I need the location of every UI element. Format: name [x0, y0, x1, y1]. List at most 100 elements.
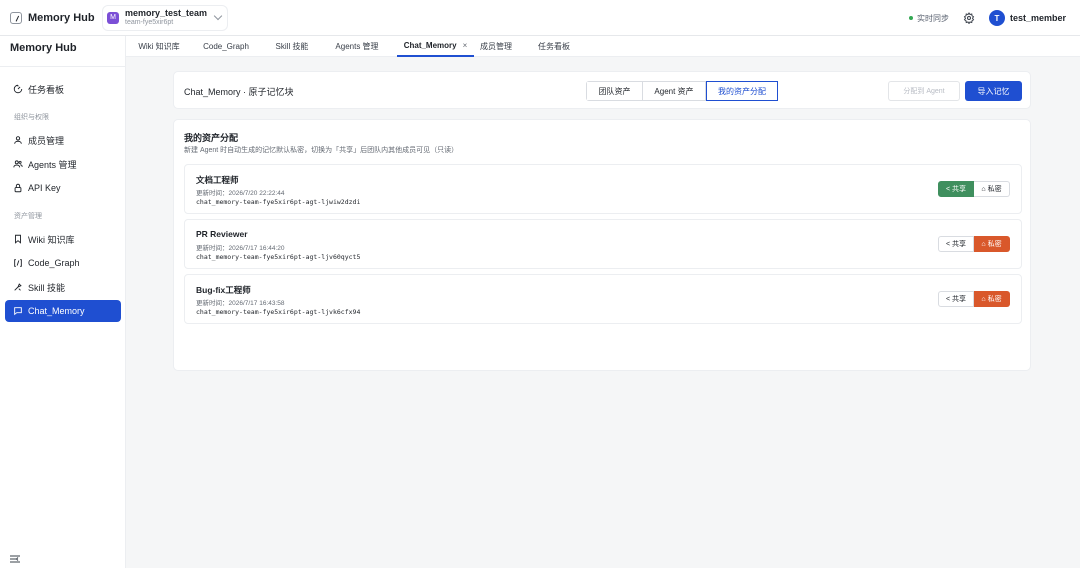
private-button[interactable]: ⌂ 私密: [974, 181, 1010, 197]
sidebar-item-code-graph[interactable]: Code_Graph: [5, 252, 121, 274]
item-name: PR Reviewer: [196, 229, 248, 239]
lock-icon: ⌂: [981, 185, 986, 193]
share-icon: <: [945, 185, 951, 193]
tab-label: Wiki 知识库: [138, 42, 180, 51]
sidebar-item-label: 成员管理: [28, 135, 65, 146]
sidebar-item-label: Code_Graph: [28, 258, 80, 268]
share-button[interactable]: < 共享: [938, 181, 974, 197]
avatar[interactable]: T: [988, 10, 1005, 26]
import-memory-button[interactable]: 导入记忆: [965, 81, 1022, 101]
tab-chat-memory[interactable]: Chat_Memory ×: [397, 36, 474, 57]
list-item: 文档工程师 更新时间：2026/7/20 22:22:44 chat_memor…: [184, 164, 1022, 214]
user-icon: [13, 135, 23, 145]
private-button[interactable]: ⌂ 私密: [974, 291, 1010, 307]
item-updated-time: 更新时间：2026/7/20 22:22:44: [196, 190, 285, 197]
team-switcher[interactable]: M memory_test_team team-fye5xir6pt: [102, 4, 229, 31]
segment-team-assets[interactable]: 团队资产: [587, 82, 643, 100]
app-logo[interactable]: Memory Hub: [0, 11, 96, 24]
private-button[interactable]: ⌂ 私密: [974, 236, 1010, 252]
sidebar-item-task-board[interactable]: 任务看板: [5, 78, 121, 100]
users-icon: [13, 159, 23, 169]
private-label: 私密: [987, 241, 1002, 248]
gear-icon[interactable]: [963, 12, 975, 24]
sidebar-item-agents[interactable]: Agents 管理: [5, 153, 121, 175]
item-memory-id: chat_memory-team-fye5xir6pt-agt-ljvk6cfx…: [196, 308, 361, 316]
share-label: 共享: [952, 241, 967, 248]
lock-icon: ⌂: [981, 240, 986, 248]
sidebar-item-label: Chat_Memory: [28, 306, 85, 316]
tab-bar: Wiki 知识库 Code_Graph Skill 技能 Agents 管理 C…: [126, 36, 1080, 57]
sync-status: 实时同步: [916, 13, 949, 23]
sidebar-item-label: API Key: [28, 183, 61, 193]
list-item: PR Reviewer 更新时间：2026/7/17 16:44:20 chat…: [184, 219, 1022, 269]
team-name: memory_test_team: [125, 7, 208, 18]
tab-task-board[interactable]: 任务看板: [536, 36, 572, 57]
assign-to-agent-button[interactable]: 分配到 Agent: [888, 81, 960, 101]
tab-code-graph[interactable]: Code_Graph: [200, 36, 252, 57]
private-label: 私密: [987, 186, 1002, 193]
list-item: Bug-fix工程师 更新时间：2026/7/17 16:43:58 chat_…: [184, 274, 1022, 324]
tab-agents[interactable]: Agents 管理: [331, 36, 383, 57]
item-name: Bug-fix工程师: [196, 285, 251, 295]
item-memory-id: chat_memory-team-fye5xir6pt-agt-ljv60qyc…: [196, 253, 361, 261]
tab-members[interactable]: 成员管理: [478, 36, 514, 57]
sidebar-item-wiki[interactable]: Wiki 知识库: [5, 228, 121, 250]
tab-wiki[interactable]: Wiki 知识库: [134, 36, 184, 57]
tab-label: Chat_Memory: [403, 41, 457, 50]
assignment-list-card: 我的资产分配 新建 Agent 时自动生成的记忆默认私密，切换为「共享」后团队内…: [173, 119, 1031, 371]
top-bar: Memory Hub M memory_test_team team-fye5x…: [0, 0, 1080, 36]
share-icon: <: [945, 295, 951, 303]
sidebar-item-members[interactable]: 成员管理: [5, 129, 121, 151]
user-name[interactable]: test_member: [1010, 13, 1066, 23]
share-button[interactable]: < 共享: [938, 291, 974, 307]
segment-agent-assets[interactable]: Agent 资产: [643, 82, 706, 100]
page-title: Chat_Memory · 原子记忆块: [184, 87, 294, 97]
chevron-down-icon: [213, 11, 223, 21]
sidebar-group-org: 组织与权限: [14, 114, 49, 121]
close-icon[interactable]: ×: [463, 41, 468, 50]
main-content: Chat_Memory · 原子记忆块 团队资产 Agent 资产 我的资产分配…: [126, 57, 1080, 568]
segment-my-assignments[interactable]: 我的资产分配: [706, 81, 778, 101]
private-label: 私密: [987, 296, 1002, 303]
dashboard-icon: [13, 84, 23, 94]
top-right-tools: 实时同步 T test_member: [908, 0, 1066, 36]
logo-text: Memory Hub: [28, 11, 95, 24]
sidebar-divider: [0, 66, 126, 67]
lock-icon: ⌂: [981, 295, 986, 303]
sidebar-item-label: Wiki 知识库: [28, 234, 75, 245]
section-description: 新建 Agent 时自动生成的记忆默认私密，切换为「共享」后团队内其他成员可见（…: [184, 147, 459, 154]
logo-icon: [10, 11, 22, 24]
share-button[interactable]: < 共享: [938, 236, 974, 252]
visibility-toggle: < 共享 ⌂ 私密: [938, 236, 1010, 252]
sidebar-item-api-key[interactable]: API Key: [5, 177, 121, 199]
share-label: 共享: [952, 186, 967, 193]
skill-icon: [13, 282, 23, 292]
item-updated-time: 更新时间：2026/7/17 16:43:58: [196, 300, 285, 307]
bookmark-icon: [13, 234, 23, 244]
share-icon: <: [945, 240, 951, 248]
item-updated-time: 更新时间：2026/7/17 16:44:20: [196, 245, 285, 252]
sidebar-item-label: 任务看板: [28, 84, 65, 95]
collapse-sidebar-icon[interactable]: [10, 552, 20, 563]
tab-skill[interactable]: Skill 技能: [271, 36, 313, 57]
item-name: 文档工程师: [196, 175, 239, 185]
tab-label: 成员管理: [480, 42, 512, 51]
sidebar-item-skill[interactable]: Skill 技能: [5, 276, 121, 298]
team-avatar: M: [107, 11, 119, 24]
sidebar-item-label: Agents 管理: [28, 159, 77, 170]
sidebar-item-label: Skill 技能: [28, 282, 66, 293]
sync-status-dot-icon: [908, 16, 913, 20]
tab-label: Code_Graph: [203, 42, 249, 51]
header-card: Chat_Memory · 原子记忆块 团队资产 Agent 资产 我的资产分配…: [173, 71, 1031, 109]
sidebar: Memory Hub 任务看板 组织与权限 成员管理 Agents 管理 API…: [0, 36, 126, 568]
tab-label: 任务看板: [538, 42, 570, 51]
sidebar-title: Memory Hub: [10, 42, 77, 54]
tab-label: Skill 技能: [275, 42, 309, 51]
visibility-toggle: < 共享 ⌂ 私密: [938, 291, 1010, 307]
code-icon: [13, 258, 23, 268]
sidebar-group-assets: 资产管理: [14, 213, 42, 220]
share-label: 共享: [952, 296, 967, 303]
sidebar-item-chat-memory[interactable]: Chat_Memory: [5, 300, 121, 322]
lock-icon: [13, 183, 23, 193]
section-title: 我的资产分配: [184, 133, 239, 143]
